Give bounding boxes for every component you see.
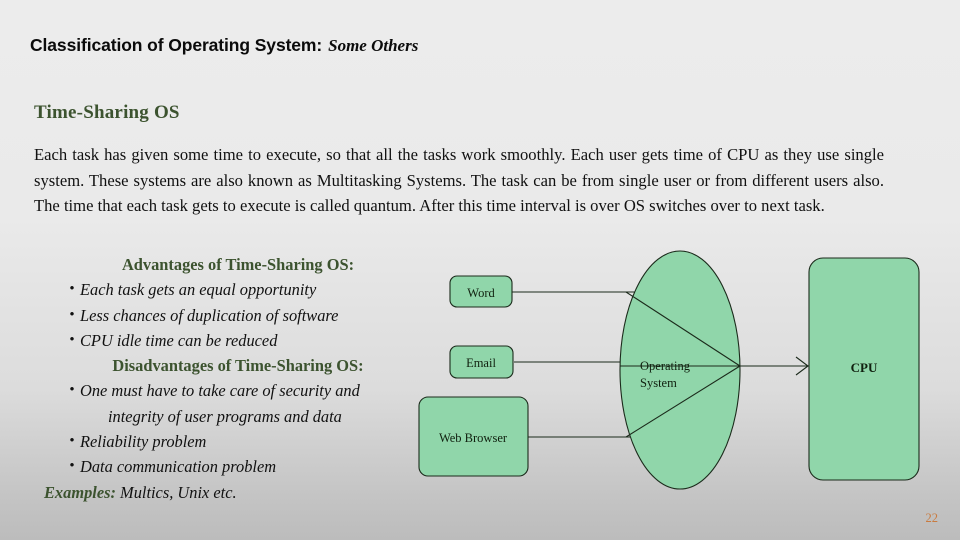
section-heading: Time-Sharing OS — [34, 102, 180, 123]
list-item: • Reliability problem — [36, 429, 466, 454]
bullet-icon: • — [69, 331, 75, 348]
node-email-label: Email — [466, 356, 496, 370]
advantages-disadvantages-list: Advantages of Time-Sharing OS: • Each ta… — [36, 252, 466, 505]
list-item: • Each task gets an equal opportunity — [36, 277, 466, 302]
node-web-browser-label: Web Browser — [439, 431, 508, 445]
page-title: Classification of Operating System: Some… — [30, 35, 920, 65]
bullet-icon: • — [69, 382, 75, 399]
node-cpu-label: CPU — [851, 360, 878, 375]
page-number: 22 — [925, 511, 939, 525]
list-item-label: CPU idle time can be reduced — [80, 330, 278, 350]
disadvantages-heading: Disadvantages of Time-Sharing OS: — [112, 356, 364, 376]
node-word-label: Word — [467, 286, 495, 300]
list-item-label: Reliability problem — [80, 432, 207, 452]
slide-canvas: Classification of Operating System: Some… — [0, 0, 960, 540]
list-item-continuation: integrity of user programs and data — [108, 406, 342, 426]
node-os-label-line1: Operating — [640, 359, 691, 373]
list-item-label: Less chances of duplication of software — [80, 305, 339, 325]
page-title-subtitle: Some Others — [328, 36, 419, 55]
os-architecture-diagram: Word Email Web Browser Operating System … — [410, 240, 960, 510]
section-paragraph: Each task has given some time to execute… — [34, 145, 884, 216]
list-item-label: Data communication problem — [80, 457, 277, 477]
node-os-label-line2: System — [640, 376, 677, 390]
page-title-main: Classification of Operating System: — [30, 35, 323, 55]
list-item: • One must have to take care of security… — [36, 378, 466, 403]
bullet-icon: • — [69, 306, 75, 323]
bullet-icon: • — [69, 458, 75, 475]
list-item: • Less chances of duplication of softwar… — [36, 303, 466, 328]
list-item-label: Each task gets an equal opportunity — [80, 280, 317, 300]
bullet-icon: • — [69, 281, 75, 298]
list-item: • Data communication problem — [36, 454, 466, 479]
examples-line: Examples: Multics, Unix etc. — [36, 480, 466, 505]
examples-value: Multics, Unix etc. — [120, 482, 237, 502]
list-item: • CPU idle time can be reduced — [36, 328, 466, 353]
list-item-label: One must have to take care of security a… — [80, 381, 360, 401]
examples-label: Examples: — [44, 482, 116, 502]
advantages-heading: Advantages of Time-Sharing OS: — [121, 255, 355, 274]
bullet-icon: • — [69, 433, 75, 450]
